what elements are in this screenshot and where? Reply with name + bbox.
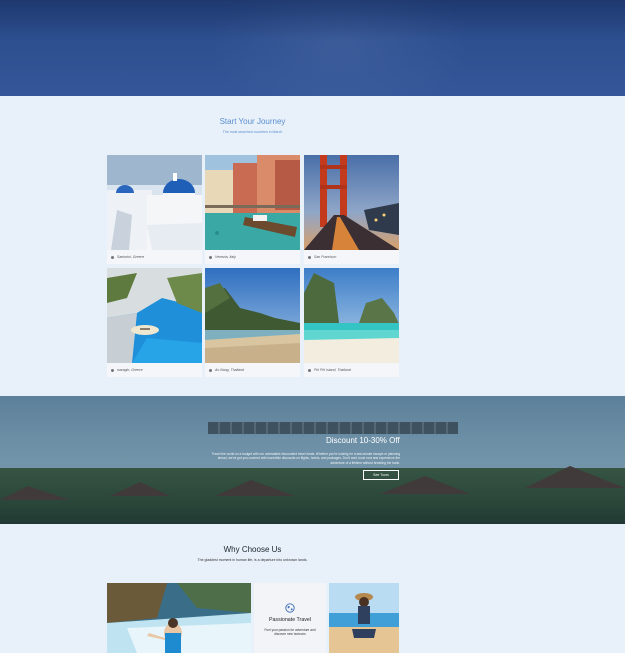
why-section: Why Choose Us The gladdest moment in hum… [0, 524, 625, 653]
destination-caption: navagio, Greece [111, 366, 143, 374]
destination-card-santorini[interactable]: Santorini, Greece [107, 155, 202, 264]
discount-text: Travel the world on a budget with our un… [211, 452, 400, 465]
journey-subtitle: The most searched countries in March [222, 130, 283, 134]
discount-section: Discount 10-30% Off Travel the world on … [0, 396, 625, 524]
waterfall-traveler-photo [107, 583, 251, 653]
globe-icon [285, 600, 295, 613]
golden-gate-photo [304, 155, 399, 250]
hero-shade [0, 0, 625, 40]
destination-caption: Ao Nang, Thailand [209, 366, 244, 374]
why-title: Why Choose Us [223, 545, 282, 554]
destination-caption: San Francisco [308, 253, 336, 261]
venice-photo [205, 155, 300, 250]
destination-card-ao-nang[interactable]: Ao Nang, Thailand [205, 268, 300, 377]
journey-section: Start Your Journey The most searched cou… [0, 96, 625, 396]
ao-nang-photo [205, 268, 300, 363]
location-pin-icon [308, 368, 311, 372]
destination-card-venice[interactable]: Venezia, Italy [205, 155, 300, 264]
see-tours-button[interactable]: See Tours [363, 470, 399, 480]
destination-name: navagio, Greece [117, 368, 143, 372]
destination-name: Venezia, Italy [215, 255, 236, 259]
destination-caption: Santorini, Greece [111, 253, 144, 261]
card-description: Fuel your passion for adventure and disc… [264, 628, 316, 637]
location-pin-icon [111, 255, 114, 259]
hero-banner [0, 0, 625, 96]
santorini-photo [107, 155, 202, 250]
card-title: Passionate Travel [268, 617, 312, 623]
discount-title: Discount 10-30% Off [326, 436, 400, 445]
location-pin-icon [209, 368, 212, 372]
journey-title: Start Your Journey [219, 117, 286, 126]
destination-name: San Francisco [314, 255, 337, 259]
why-subtitle: The gladdest moment in human life, is a … [197, 558, 308, 562]
destination-caption: Venezia, Italy [209, 253, 236, 261]
destination-name: Ao Nang, Thailand [215, 368, 244, 372]
destination-name: Phi Phi Island, Thailand [314, 368, 351, 372]
navagio-photo [107, 268, 202, 363]
beach-traveler-photo [329, 583, 399, 653]
destination-card-san-francisco[interactable]: San Francisco [304, 155, 399, 264]
destination-card-phi-phi[interactable]: Phi Phi Island, Thailand [304, 268, 399, 377]
location-pin-icon [308, 255, 311, 259]
destination-caption: Phi Phi Island, Thailand [308, 366, 351, 374]
destination-name: Santorini, Greece [117, 255, 145, 259]
destination-card-navagio[interactable]: navagio, Greece [107, 268, 202, 377]
location-pin-icon [209, 255, 212, 259]
passionate-travel-card: Passionate Travel Fuel your passion for … [254, 583, 326, 653]
phi-phi-photo [304, 268, 399, 363]
location-pin-icon [111, 368, 114, 372]
